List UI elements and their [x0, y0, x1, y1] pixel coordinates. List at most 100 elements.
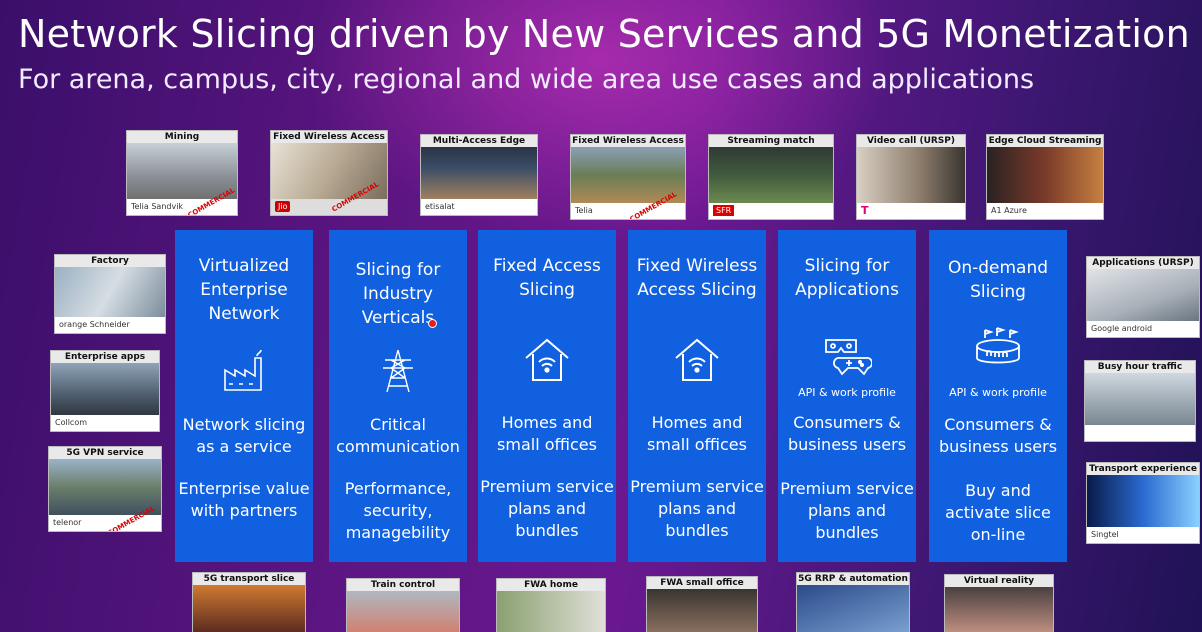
column-industry-verticals: Slicing for Industry Verticals Critical … [329, 230, 467, 562]
thumb-logos: T [857, 203, 965, 219]
harbor-photo [49, 459, 161, 515]
router-photo [497, 591, 605, 632]
drone-photo [1085, 373, 1195, 425]
home-wifi-icon [478, 334, 616, 384]
thumb-label: Transport experience [1087, 463, 1199, 475]
column-applications: Slicing for Applications API & work prof… [778, 230, 916, 562]
thumb-fwa-2: Fixed Wireless Access Telia COMMERCIAL [570, 134, 686, 220]
thumb-label: Mining [127, 131, 237, 143]
office-photo [51, 363, 159, 415]
column-fwa-slicing: Fixed Wireless Access Slicing Homes and … [628, 230, 766, 562]
column-fixed-access: Fixed Access Slicing Homes and small off… [478, 230, 616, 562]
thumb-label: Busy hour traffic [1085, 361, 1195, 373]
thumb-5g-rrp: 5G RRP & automation [796, 572, 910, 632]
column-on-demand: On-demand Slicing API & work profile Con… [929, 230, 1067, 562]
thumb-label: FWA small office [647, 577, 757, 589]
slide-subtitle: For arena, campus, city, regional and wi… [18, 64, 1035, 95]
thumb-fwa-small-office: FWA small office [646, 576, 758, 632]
factory-icon [175, 346, 313, 396]
thumb-logos: SFR [709, 203, 833, 219]
thumb-fwa-1: Fixed Wireless Access Jio COMMERCIAL [270, 130, 388, 216]
thumb-5g-vpn: 5G VPN service telenor COMMERCIAL [48, 446, 162, 532]
thumb-label: 5G VPN service [49, 447, 161, 459]
thumb-logos: A1 Azure [987, 203, 1103, 219]
factory-photo [55, 267, 165, 317]
thumb-busy-hour: Busy hour traffic [1084, 360, 1196, 442]
column-line1: Homes and small offices [497, 413, 597, 454]
thumb-enterprise-apps: Enterprise apps Collcom [50, 350, 160, 432]
column-line2: Enterprise value with partners [178, 479, 310, 520]
thumb-logos: Google android [1087, 321, 1199, 337]
thumb-label: Enterprise apps [51, 351, 159, 363]
thumb-label: 5G transport slice [193, 573, 305, 585]
thumb-logos: Jio [271, 199, 387, 215]
column-heading: Fixed Access Slicing [493, 256, 601, 300]
sfr-logo: SFR [713, 205, 735, 216]
thumb-video-call: Video call (URSP) T [856, 134, 966, 220]
highway-photo [193, 585, 305, 632]
thumb-edge-cloud: Edge Cloud Streaming A1 Azure [986, 134, 1104, 220]
thumb-label: Fixed Wireless Access [271, 131, 387, 143]
thumb-label: Applications (URSP) [1087, 257, 1199, 269]
city-photo [421, 147, 537, 199]
train-photo [347, 591, 459, 632]
thumb-applications-ursp: Applications (URSP) Google android [1086, 256, 1200, 338]
jio-logo: Jio [275, 201, 291, 212]
slide: Network Slicing driven by New Services a… [0, 0, 1202, 632]
column-line2: Premium service plans and bundles [780, 479, 914, 542]
slide-title: Network Slicing driven by New Services a… [18, 12, 1190, 56]
column-line1: Network slicing as a service [182, 415, 306, 456]
column-line1: Consumers & business users [787, 413, 907, 454]
thumb-label: Virtual reality [945, 575, 1053, 587]
thumb-virtual-reality: Virtual reality [944, 574, 1054, 632]
column-line2: Performance, security, managebility [344, 479, 452, 542]
thumb-label: Video call (URSP) [857, 135, 965, 147]
desk-photo [647, 589, 757, 632]
thumb-5g-transport: 5G transport slice [192, 572, 306, 632]
api-label: API & work profile [798, 386, 896, 399]
column-line1: Homes and small offices [647, 413, 747, 454]
thumb-label: Streaming match [709, 135, 833, 147]
column-line1: Critical communication [336, 415, 460, 456]
column-line2: Buy and activate slice on-line [945, 481, 1051, 544]
laser-pointer-dot [428, 319, 437, 328]
thumb-mec: Multi-Access Edge etisalat [420, 134, 538, 216]
power-tower-icon [329, 346, 467, 396]
thumb-mining: Mining Telia Sandvik COMMERCIAL [126, 130, 238, 216]
thumb-fwa-home: FWA home [496, 578, 606, 632]
thumb-label: Edge Cloud Streaming [987, 135, 1103, 147]
people-photo [857, 147, 965, 203]
column-heading: On-demand Slicing [947, 258, 1049, 302]
column-heading: Fixed Wireless Access Slicing [636, 256, 758, 300]
thumb-label: Train control [347, 579, 459, 591]
thumb-logos: Collcom [51, 415, 159, 431]
stadium-icon [929, 326, 1067, 376]
interchange-photo [797, 585, 909, 632]
vr-headset-photo [945, 587, 1053, 632]
thumb-label: Multi-Access Edge [421, 135, 537, 147]
thumb-train-control: Train control [346, 578, 460, 632]
column-line1: Consumers & business users [938, 415, 1058, 456]
phone-photo [1087, 269, 1199, 321]
column-line2: Premium service plans and bundles [630, 477, 764, 540]
home-wifi-icon [628, 334, 766, 384]
stadium-photo [709, 147, 833, 203]
thumb-logos: Singtel [1087, 527, 1199, 543]
thumb-logos [1085, 425, 1195, 441]
mining-photo [127, 143, 237, 199]
column-heading: Virtualized Enterprise Network [198, 256, 290, 324]
light-trails-photo [1087, 475, 1199, 527]
thumb-logos: orange Schneider [55, 317, 165, 333]
column-heading: Slicing for Applications [795, 256, 899, 300]
concert-photo [987, 147, 1103, 203]
vr-gamepad-icon [778, 328, 916, 378]
column-virtualized-enterprise: Virtualized Enterprise Network Network s… [175, 230, 313, 562]
api-label: API & work profile [949, 386, 1047, 399]
thumb-logos: etisalat [421, 199, 537, 215]
thumb-label: Fixed Wireless Access [571, 135, 685, 147]
column-heading: Slicing for Industry Verticals [355, 260, 441, 328]
thumb-transport: Transport experience Singtel [1086, 462, 1200, 544]
thumb-label: FWA home [497, 579, 605, 591]
thumb-label: 5G RRP & automation [797, 573, 909, 585]
telekom-logo: T [861, 204, 869, 217]
